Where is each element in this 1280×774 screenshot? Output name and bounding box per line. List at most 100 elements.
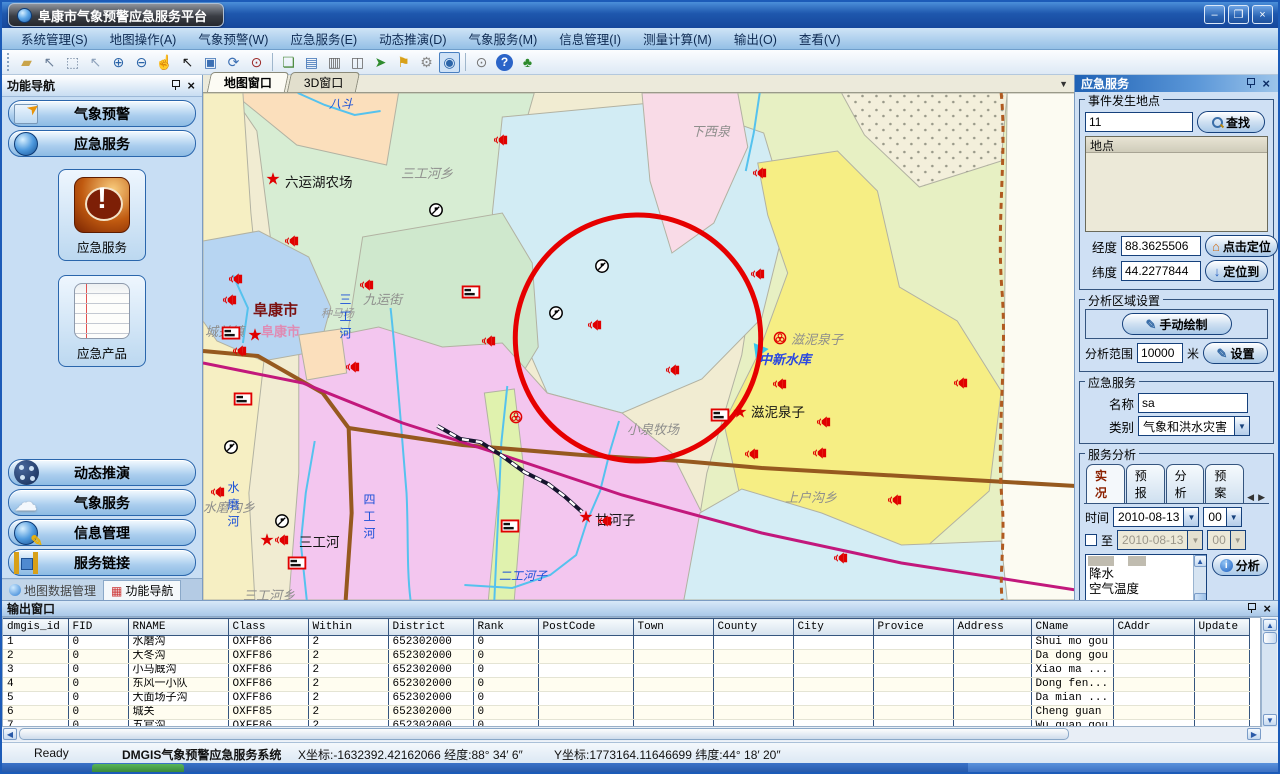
flag-marker[interactable] xyxy=(711,409,730,422)
select-box-icon[interactable]: ⬚ xyxy=(62,52,83,73)
close-button[interactable]: × xyxy=(1252,5,1273,24)
place-list[interactable]: 地点 xyxy=(1085,136,1268,232)
menu-item-9[interactable]: 查看(V) xyxy=(788,27,852,50)
service-type-select[interactable]: 气象和洪水灾害 ▼ xyxy=(1138,416,1250,436)
speaker-marker[interactable] xyxy=(587,319,604,332)
service-name-input[interactable] xyxy=(1138,393,1248,413)
table-row[interactable]: 70五官沟OXFF8626523020000Wu guan gou xyxy=(3,720,1249,728)
menu-item-2[interactable]: 气象预警(W) xyxy=(187,27,279,50)
speaker-marker[interactable] xyxy=(744,448,761,461)
list-scrollbar[interactable]: ▲ xyxy=(1193,555,1206,600)
menu-item-3[interactable]: 应急服务(E) xyxy=(279,27,368,50)
layers-icon[interactable]: ❏ xyxy=(278,52,299,73)
weather-station-marker[interactable] xyxy=(224,440,239,455)
globe-tool-icon[interactable]: ◉ xyxy=(439,52,460,73)
station-circle-marker[interactable] xyxy=(773,331,788,346)
restore-button[interactable]: ❐ xyxy=(1228,5,1249,24)
menu-item-6[interactable]: 信息管理(I) xyxy=(548,27,632,50)
menu-item-7[interactable]: 测量计算(M) xyxy=(632,27,723,50)
menu-item-1[interactable]: 地图操作(A) xyxy=(99,27,188,50)
menu-item-0[interactable]: 系统管理(S) xyxy=(10,27,99,50)
speaker-marker[interactable] xyxy=(228,273,245,286)
star-marker[interactable]: ★ xyxy=(247,327,262,344)
date-select[interactable]: 2010-08-13 ▼ xyxy=(1113,507,1199,527)
map-tab-0[interactable]: 地图窗口 xyxy=(207,72,289,92)
table-row[interactable]: 50大面场子沟OXFF8626523020000Da mian ... xyxy=(3,692,1249,706)
scroll-thumb[interactable] xyxy=(1194,593,1207,600)
column-header[interactable]: Class xyxy=(228,619,308,636)
speaker-marker[interactable] xyxy=(750,268,767,281)
column-header[interactable]: City xyxy=(793,619,873,636)
column-header[interactable]: PostCode xyxy=(538,619,633,636)
pin-icon[interactable] xyxy=(1246,78,1256,89)
analysis-range-input[interactable] xyxy=(1137,343,1183,363)
list-item[interactable]: 降水 xyxy=(1086,567,1206,582)
scroll-thumb[interactable] xyxy=(1263,632,1277,644)
analysis-items-list[interactable]: 降水空气温度 ▲ xyxy=(1085,554,1207,600)
star-marker[interactable]: ★ xyxy=(259,532,274,549)
taskbar-start-fragment[interactable] xyxy=(92,764,184,774)
weather-station-marker[interactable] xyxy=(549,306,564,321)
location-keyword-input[interactable] xyxy=(1085,112,1193,132)
scroll-up-icon[interactable]: ▲ xyxy=(1263,619,1277,631)
place-list-body[interactable] xyxy=(1086,153,1267,231)
left-tab-0[interactable]: 地图数据管理 xyxy=(2,580,104,600)
column-header[interactable]: dmgis_id xyxy=(3,619,68,636)
nav-bottom-2[interactable]: 信息管理 xyxy=(8,519,196,546)
menu-item-5[interactable]: 气象服务(M) xyxy=(458,27,549,50)
speaker-marker[interactable] xyxy=(274,534,291,547)
speaker-marker[interactable] xyxy=(816,416,833,429)
zoom-window-icon[interactable]: ⊙ xyxy=(246,52,267,73)
print-preview-icon[interactable]: ◫ xyxy=(347,52,368,73)
speaker-marker[interactable] xyxy=(752,167,769,180)
scroll-down-icon[interactable]: ▼ xyxy=(1263,714,1277,726)
column-header[interactable]: Address xyxy=(953,619,1031,636)
pointer-icon[interactable]: ↖ xyxy=(177,52,198,73)
star-marker[interactable]: ★ xyxy=(578,509,593,526)
chevron-down-icon[interactable]: ▼ xyxy=(1234,417,1249,435)
analysis-tab-3[interactable]: 预案 xyxy=(1205,464,1244,503)
analysis-tab-1[interactable]: 预报 xyxy=(1126,464,1165,503)
map-canvas[interactable]: 六运湖农场三工河乡下西泉九运街阜康市阜康市城关镇种马场滋泥泉子中新水库滋泥泉子小… xyxy=(203,93,1076,600)
to-checkbox[interactable] xyxy=(1085,534,1097,546)
click-locate-button[interactable]: ⌂ 点击定位 xyxy=(1205,235,1278,257)
close-icon[interactable]: × xyxy=(187,79,195,92)
menu-item-4[interactable]: 动态推演(D) xyxy=(368,27,457,50)
flag-marker[interactable] xyxy=(234,393,253,406)
weather-station-marker[interactable] xyxy=(275,514,290,529)
close-icon[interactable]: × xyxy=(1263,602,1271,615)
weather-station-marker[interactable] xyxy=(429,203,444,218)
close-icon[interactable]: × xyxy=(1262,77,1270,90)
full-extent-icon[interactable]: ▣ xyxy=(200,52,221,73)
select-cursor-icon[interactable]: ↖ xyxy=(39,52,60,73)
flag-marker[interactable] xyxy=(222,327,241,340)
analysis-tab-2[interactable]: 分析 xyxy=(1166,464,1205,503)
output-vertical-scrollbar[interactable]: ▲ ▼ xyxy=(1261,618,1277,727)
scroll-left-icon[interactable]: ◀ xyxy=(3,728,17,740)
column-header[interactable]: RNAME xyxy=(128,619,228,636)
print-icon[interactable]: ▥ xyxy=(324,52,345,73)
zoom-in-icon[interactable]: ⊕ xyxy=(108,52,129,73)
table-row[interactable]: 10水磨沟OXFF8626523020000Shui mo gou xyxy=(3,636,1249,650)
flag-marker[interactable] xyxy=(288,557,307,570)
speaker-marker[interactable] xyxy=(772,378,789,391)
manual-draw-button[interactable]: ✎ 手动绘制 xyxy=(1122,313,1232,335)
star-marker[interactable]: ★ xyxy=(265,171,280,188)
weather-station-marker[interactable] xyxy=(595,259,610,274)
analysis-tab-0[interactable]: 实况 xyxy=(1086,464,1125,503)
zoom-out-icon[interactable]: ⊖ xyxy=(131,52,152,73)
speaker-marker[interactable] xyxy=(210,486,227,499)
column-header[interactable]: District xyxy=(388,619,473,636)
speaker-marker[interactable] xyxy=(665,364,682,377)
chevron-down-icon[interactable]: ▼ xyxy=(1226,508,1241,526)
column-header[interactable]: Town xyxy=(633,619,713,636)
flag-marker[interactable] xyxy=(462,286,481,299)
placemark-icon[interactable]: ⚑ xyxy=(393,52,414,73)
table-row[interactable]: 40东风一小队OXFF8626523020000Dong fen... xyxy=(3,678,1249,692)
pan-hand-icon[interactable]: ☝ xyxy=(154,52,175,73)
column-header[interactable]: FID xyxy=(68,619,128,636)
tab-scroll-left-icon[interactable]: ◀ xyxy=(1245,492,1256,503)
menu-item-8[interactable]: 输出(O) xyxy=(723,27,788,50)
column-header[interactable]: Rank xyxy=(473,619,538,636)
select-lasso-icon[interactable]: ↖ xyxy=(85,52,106,73)
